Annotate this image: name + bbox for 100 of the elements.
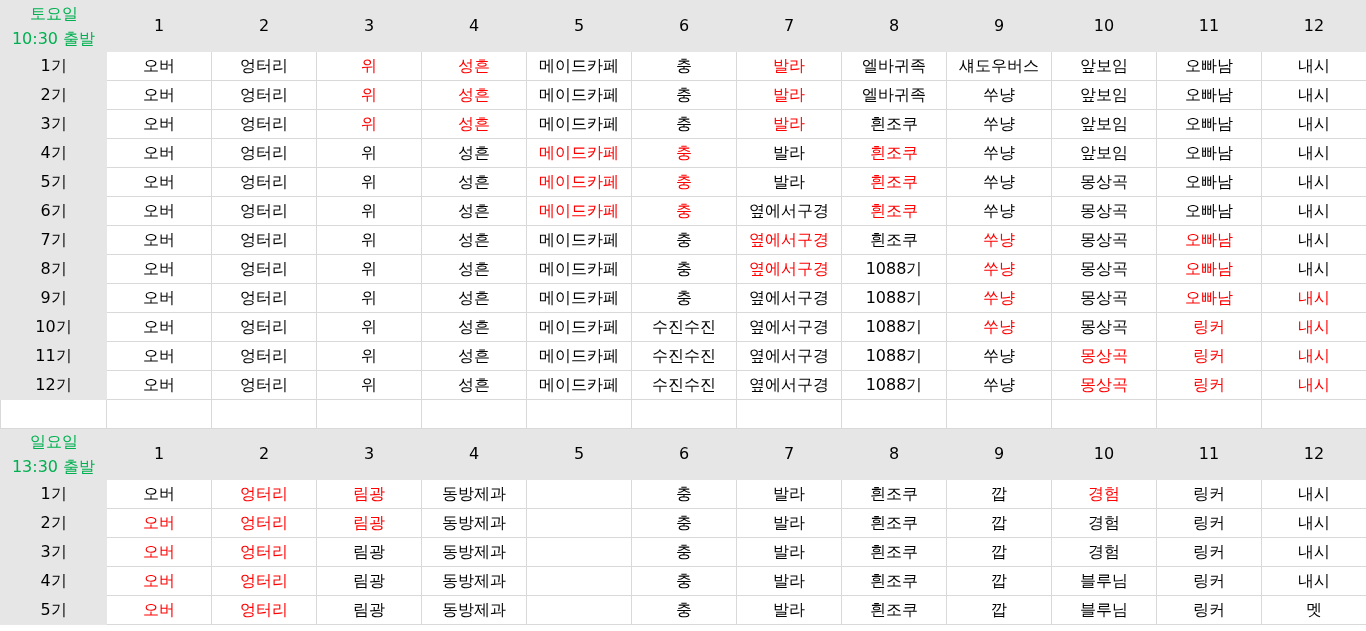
table-cell: 오버 [106, 80, 212, 110]
table-cell: 오버 [106, 196, 212, 226]
table-cell: 림광 [316, 537, 422, 567]
table-cell: 충 [631, 225, 737, 255]
table-cell: 몽상곡 [1051, 167, 1157, 197]
table-cell: 엉터리 [211, 80, 317, 110]
table-cell: 엉터리 [211, 595, 317, 625]
column-header: 3 [316, 428, 422, 480]
table-cell: 옆에서구경 [736, 225, 842, 255]
table-cell: 링커 [1156, 537, 1262, 567]
table-cell: 오버 [106, 312, 212, 342]
table-cell: 엉터리 [211, 312, 317, 342]
table-cell: 발라 [736, 508, 842, 538]
table-cell: 위 [316, 138, 422, 168]
table-cell: 위 [316, 312, 422, 342]
row-header: 1기 [0, 479, 107, 509]
table-cell: 링커 [1156, 508, 1262, 538]
departure-time: 13:30 출발 [10, 456, 97, 478]
column-header: 6 [631, 0, 737, 52]
table-cell: 흰조쿠 [841, 479, 947, 509]
table-cell: 오버 [106, 167, 212, 197]
table-cell: 경험 [1051, 537, 1157, 567]
table-cell: 앞보임 [1051, 109, 1157, 139]
table-cell: 흰조쿠 [841, 566, 947, 596]
table-cell: 성흔 [421, 283, 527, 313]
table-cell: 쑤냥 [946, 370, 1052, 400]
table-cell: 쑤냥 [946, 80, 1052, 110]
table-cell: 흰조쿠 [841, 595, 947, 625]
table-cell: 흰조쿠 [841, 138, 947, 168]
table-cell: 오버 [106, 225, 212, 255]
table-cell: 성흔 [421, 167, 527, 197]
table-cell: 발라 [736, 595, 842, 625]
table-cell: 오빠남 [1156, 196, 1262, 226]
table-cell: 충 [631, 51, 737, 81]
row-header: 3기 [0, 109, 107, 139]
table-cell: 충 [631, 254, 737, 284]
table-cell: 흰조쿠 [841, 167, 947, 197]
table-cell: 몽상곡 [1051, 312, 1157, 342]
table-cell: 오빠남 [1156, 138, 1262, 168]
row-header: 2기 [0, 80, 107, 110]
table-cell: 메이드카페 [526, 196, 632, 226]
table-cell: 위 [316, 80, 422, 110]
table-cell: 수진수진 [631, 312, 737, 342]
column-header: 1 [106, 0, 212, 52]
table-cell: 성흔 [421, 225, 527, 255]
row-header: 11기 [0, 341, 107, 371]
row-header: 10기 [0, 312, 107, 342]
column-header: 5 [526, 428, 632, 480]
table-cell: 성흔 [421, 341, 527, 371]
table-cell: 오버 [106, 537, 212, 567]
table-cell: 림광 [316, 595, 422, 625]
table-cell: 충 [631, 109, 737, 139]
column-header: 12 [1261, 0, 1366, 52]
table-cell: 위 [316, 283, 422, 313]
table-cell: 엉터리 [211, 167, 317, 197]
table-cell: 엉터리 [211, 508, 317, 538]
table-cell: 링커 [1156, 370, 1262, 400]
table-cell: 쑤냥 [946, 109, 1052, 139]
table-cell: 몽상곡 [1051, 283, 1157, 313]
table-cell: 쑤냥 [946, 196, 1052, 226]
table-cell: 경험 [1051, 479, 1157, 509]
table-cell: 쑤냥 [946, 283, 1052, 313]
table-cell: 흰조쿠 [841, 225, 947, 255]
table-cell: 동방제과 [421, 595, 527, 625]
table-cell: 충 [631, 595, 737, 625]
column-header: 11 [1156, 428, 1262, 480]
table-cell: 동방제과 [421, 479, 527, 509]
table-cell: 옆에서구경 [736, 196, 842, 226]
table-cell: 림광 [316, 566, 422, 596]
row-header: 8기 [0, 254, 107, 284]
day-label: 일요일 [28, 431, 79, 453]
row-header: 7기 [0, 225, 107, 255]
table-cell: 몽상곡 [1051, 225, 1157, 255]
table-cell: 발라 [736, 138, 842, 168]
table-cell: 앞보임 [1051, 51, 1157, 81]
column-header: 1 [106, 428, 212, 480]
table-cell: 메이드카페 [526, 167, 632, 197]
column-header: 2 [211, 0, 317, 52]
table-cell: 메이드카페 [526, 312, 632, 342]
table-cell: 쑤냥 [946, 341, 1052, 371]
table-cell: 흰조쿠 [841, 109, 947, 139]
table-cell: 오빠남 [1156, 254, 1262, 284]
table-cell: 성흔 [421, 138, 527, 168]
column-header: 7 [736, 0, 842, 52]
table-cell: 오버 [106, 370, 212, 400]
table-cell: 발라 [736, 80, 842, 110]
table-cell: 엘바귀족 [841, 80, 947, 110]
table-cell: 앞보임 [1051, 80, 1157, 110]
table-cell: 오버 [106, 595, 212, 625]
table-cell: 몽상곡 [1051, 254, 1157, 284]
table-cell: 메이드카페 [526, 51, 632, 81]
column-header: 7 [736, 428, 842, 480]
row-header: 4기 [0, 566, 107, 596]
table-cell: 깝 [946, 479, 1052, 509]
table-cell: 오빠남 [1156, 51, 1262, 81]
table-cell: 쑤냥 [946, 167, 1052, 197]
day-label: 토요일 [28, 3, 79, 25]
table-cell: 성흔 [421, 80, 527, 110]
table-cell: 성흔 [421, 254, 527, 284]
column-header: 2 [211, 428, 317, 480]
